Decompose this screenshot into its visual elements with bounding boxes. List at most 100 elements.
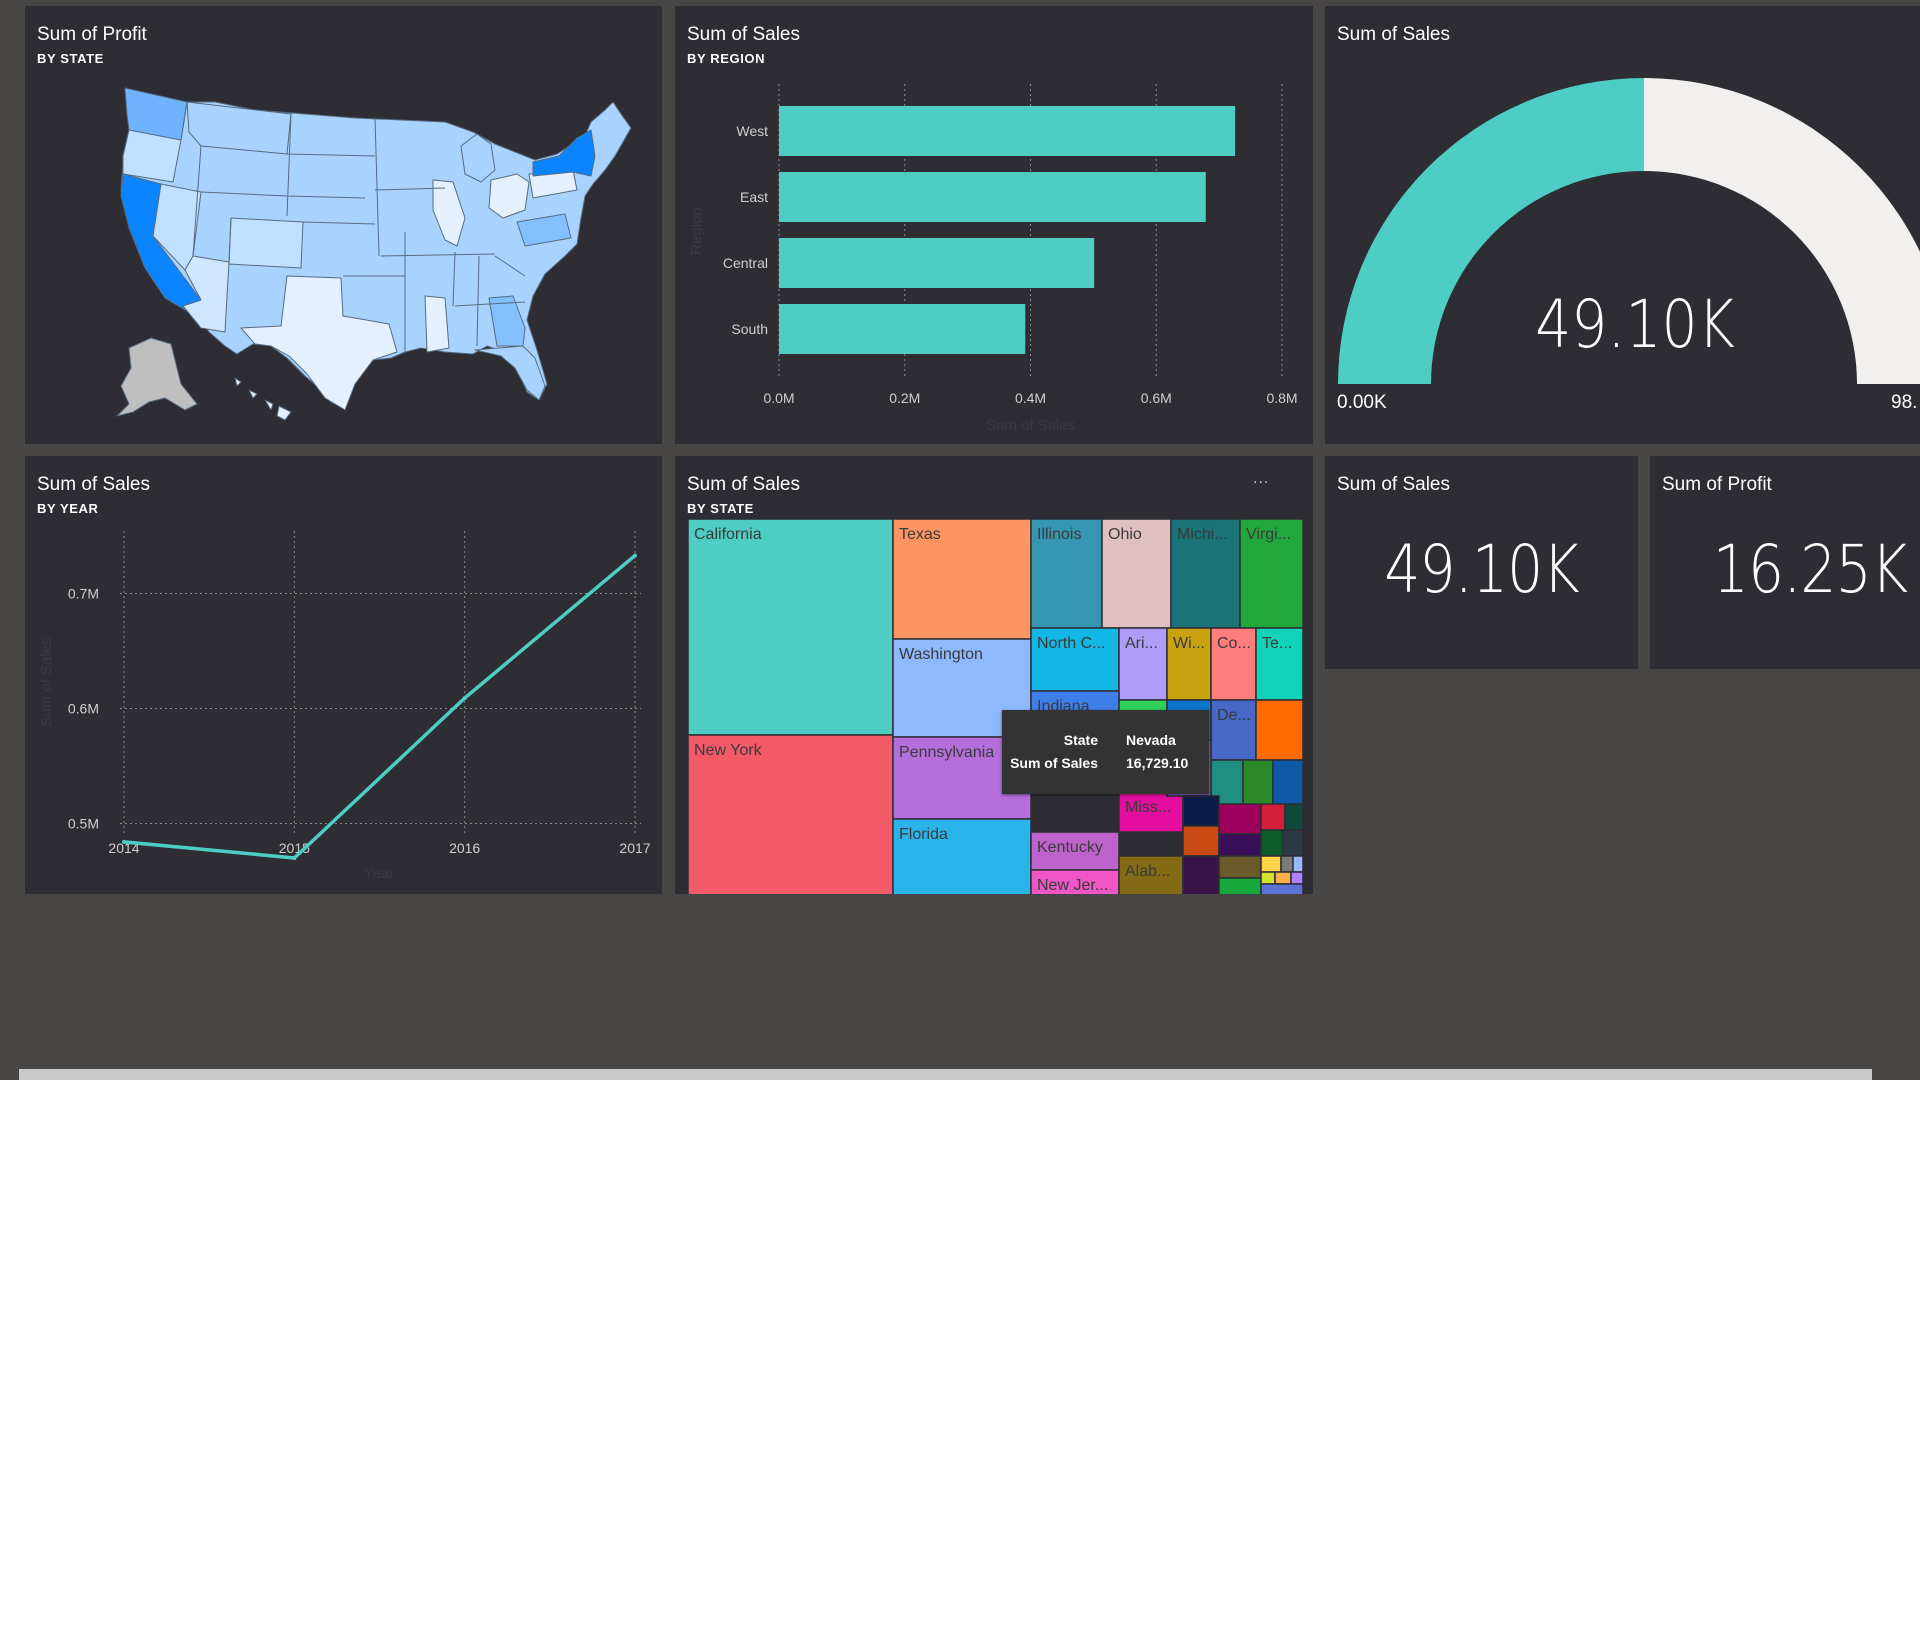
- treemap-cell-mark[interactable]: [1182, 855, 1220, 894]
- line-point-mark[interactable]: [633, 553, 637, 558]
- card-value: 16.25K: [1712, 531, 1908, 608]
- y-tick-label: 0.7M: [68, 586, 99, 602]
- data-tooltip: State Nevada Sum of Sales 16,729.10: [1002, 710, 1209, 794]
- line-chart[interactable]: 0.5M0.6M0.7M2014 2015 2016 2017YearSum of S…: [25, 456, 662, 894]
- profit-card-tile[interactable]: Sum of Profit 16.25K: [1650, 456, 1920, 669]
- treemap-cell-label: Miss...: [1125, 799, 1171, 816]
- line-point-mark[interactable]: [292, 856, 297, 860]
- treemap-cell-label: Virgi...: [1246, 526, 1291, 543]
- gauge-value: 49.10K: [1535, 286, 1735, 363]
- x-tick-label: 0.2M: [889, 390, 920, 406]
- card-value: 49.10K: [1384, 531, 1579, 608]
- treemap-cell-mark[interactable]: [1292, 855, 1304, 873]
- treemap-cell-mark[interactable]: [1274, 871, 1292, 885]
- tooltip-key: State: [1063, 732, 1098, 748]
- x-tick-label: 0.6M: [1141, 390, 1172, 406]
- bar-mark[interactable]: [779, 172, 1206, 222]
- sales-gauge-tile[interactable]: Sum of Sales 49.10K 0.00K 98.: [1325, 6, 1920, 444]
- sales-by-year-tile[interactable]: Sum of Sales BY YEAR 0.5M 0.6M 0.7M 2014 201…: [25, 456, 662, 894]
- treemap-cell-label: Washington: [899, 646, 983, 663]
- treemap-cell-mark[interactable]: [1272, 759, 1304, 811]
- treemap-cell-mark[interactable]: [1182, 825, 1220, 857]
- treemap-cell-label: Te...: [1262, 635, 1292, 652]
- map-state-colorado[interactable]: [228, 217, 304, 269]
- y-tick-label: South: [731, 321, 768, 337]
- map-state-mississippi[interactable]: [424, 295, 450, 353]
- treemap-cell-mark[interactable]: [1290, 871, 1304, 885]
- treemap-cell-mark[interactable]: [1218, 833, 1262, 857]
- treemap-cell-mark[interactable]: [1280, 855, 1294, 873]
- sales-by-state-treemap-tile[interactable]: Sum of Sales BY STATE ... California New …: [675, 456, 1313, 894]
- bar-mark[interactable]: [779, 106, 1236, 156]
- y-axis-title: Sum of Sales: [38, 637, 55, 726]
- treemap-cell-label: Co...: [1217, 635, 1251, 652]
- treemap-cell-mark[interactable]: [1218, 803, 1262, 835]
- treemap-cell-mark[interactable]: [1260, 855, 1282, 873]
- treemap-cell-mark[interactable]: [1282, 829, 1304, 857]
- line-point-mark[interactable]: [122, 839, 126, 844]
- x-tick-label: 2017: [619, 840, 650, 856]
- sales-by-region-tile[interactable]: Sum of Sales BY REGION 0.0M 0.2M 0.4M 0.6M 0…: [675, 6, 1313, 444]
- y-tick-label: East: [740, 189, 768, 205]
- line-series-mark[interactable]: [123, 554, 637, 860]
- tooltip-value: 16,729.10: [1126, 755, 1189, 771]
- x-tick-label: 0.4M: [1015, 390, 1046, 406]
- treemap-cell-label: Illinois: [1037, 526, 1081, 543]
- bar-chart[interactable]: 0.0M 0.2M 0.4M 0.6M 0.8M West East Central South…: [675, 6, 1313, 444]
- treemap-cell-mark[interactable]: [1260, 871, 1276, 885]
- x-axis-title: Year: [364, 865, 394, 882]
- x-tick-label: 2016: [449, 840, 480, 856]
- treemap-cell-label: New Jer...: [1037, 877, 1108, 894]
- treemap-cell-mark[interactable]: [1255, 699, 1304, 761]
- treemap-cell-mark[interactable]: [1182, 795, 1220, 827]
- tile-title: Sum of Sales: [1337, 474, 1450, 495]
- treemap-cell-mark[interactable]: [1260, 883, 1304, 894]
- y-tick-label: 0.6M: [68, 701, 99, 717]
- us-filled-map[interactable]: [25, 6, 662, 444]
- profit-by-state-map-tile[interactable]: Sum of Profit BY STATE: [25, 6, 662, 444]
- treemap-cell-label: Ari...: [1125, 635, 1158, 652]
- treemap-cell-label: Florida: [899, 826, 948, 843]
- bar-mark[interactable]: [779, 238, 1095, 288]
- treemap-cell-label: Wi...: [1173, 635, 1205, 652]
- treemap-chart[interactable]: California New York Texas Washington Pennsyl…: [675, 456, 1313, 894]
- tooltip-key: Sum of Sales: [1010, 755, 1098, 771]
- treemap-cell-label: Kentucky: [1037, 839, 1103, 856]
- treemap-cell-mark[interactable]: [1218, 877, 1262, 894]
- x-axis-title: Sum of Sales: [986, 417, 1075, 434]
- treemap-cell-mark[interactable]: [1260, 803, 1286, 831]
- map-state-newyork[interactable]: [532, 129, 596, 177]
- y-tick-label: Central: [723, 255, 768, 271]
- y-tick-label: West: [736, 123, 768, 139]
- treemap-cell-label: De...: [1217, 707, 1251, 724]
- y-tick-label: 0.5M: [68, 816, 99, 832]
- line-point-mark[interactable]: [462, 696, 467, 701]
- horizontal-scrollbar[interactable]: [19, 1069, 1872, 1080]
- treemap-cell-label: New York: [694, 742, 763, 759]
- treemap-cell-mark[interactable]: [1260, 829, 1284, 857]
- treemap-cell-label: Texas: [899, 526, 941, 543]
- tile-title: Sum of Profit: [1662, 474, 1772, 495]
- treemap-cell-label: Ohio: [1108, 526, 1142, 543]
- map-state-alaska[interactable]: [116, 337, 198, 417]
- gauge-chart[interactable]: [1325, 6, 1920, 444]
- treemap-cell-label: North C...: [1037, 635, 1105, 652]
- treemap-cell-mark[interactable]: [1218, 855, 1262, 879]
- x-tick-label: 0.0M: [763, 390, 794, 406]
- treemap-cell-mark[interactable]: [1242, 759, 1274, 811]
- report-canvas: Sum of Profit BY STATE Sum of Sales BY R…: [0, 0, 1920, 1080]
- gauge-max-label: 98.: [1891, 392, 1918, 413]
- treemap-cell-mark[interactable]: [1284, 803, 1304, 831]
- treemap-cell-label: Pennsylvania: [899, 744, 994, 761]
- x-tick-label: 0.8M: [1266, 390, 1297, 406]
- treemap-cell-label: Alab...: [1125, 863, 1170, 880]
- bar-mark[interactable]: [779, 304, 1026, 354]
- sales-card-tile[interactable]: Sum of Sales 49.10K: [1325, 456, 1638, 669]
- map-state-hawaii[interactable]: [234, 377, 292, 421]
- map-state-montana[interactable]: [186, 101, 292, 155]
- treemap-cell-mark[interactable]: [687, 518, 894, 736]
- treemap-cell-label: Michi...: [1177, 526, 1228, 543]
- tooltip-value: Nevada: [1126, 732, 1176, 748]
- gauge-min-label: 0.00K: [1337, 392, 1387, 413]
- y-axis-title: Region: [688, 207, 705, 255]
